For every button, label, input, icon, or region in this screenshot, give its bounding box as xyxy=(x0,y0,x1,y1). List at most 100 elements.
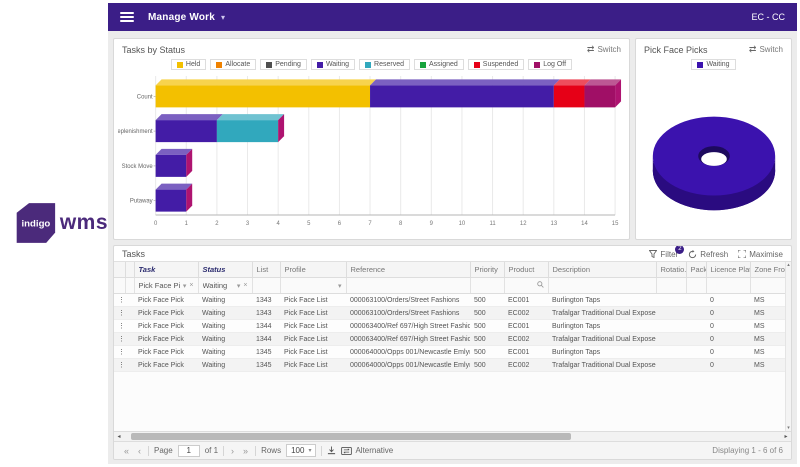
row-select-cell[interactable] xyxy=(125,307,134,320)
svg-text:11: 11 xyxy=(489,221,496,227)
svg-text:7: 7 xyxy=(368,221,372,227)
close-icon[interactable]: × xyxy=(243,282,247,289)
alternative-view-button[interactable]: Alternative xyxy=(341,446,393,455)
search-icon[interactable] xyxy=(537,281,544,290)
column-header-pack[interactable]: Pack xyxy=(686,262,706,278)
cell: Burlington Taps xyxy=(548,346,656,359)
switch-button[interactable]: ⇄ Switch xyxy=(587,44,621,55)
displaying-count: Displaying 1 - 6 of 6 xyxy=(712,446,783,455)
table-row[interactable]: ⋮Pick Face PickWaiting1344Pick Face List… xyxy=(114,320,791,333)
last-page-button[interactable]: » xyxy=(241,446,250,456)
svg-text:1: 1 xyxy=(185,221,189,227)
column-header-licence-plate[interactable]: Licence Plate xyxy=(706,262,750,278)
chevron-down-icon[interactable]: ▾ xyxy=(237,282,241,290)
prev-page-button[interactable]: ‹ xyxy=(136,446,143,456)
table-row[interactable]: ⋮Pick Face PickWaiting1343Pick Face List… xyxy=(114,294,791,307)
table-row[interactable]: ⋮Pick Face PickWaiting1345Pick Face List… xyxy=(114,359,791,372)
filter-input[interactable]: Pick Face Pick xyxy=(139,281,180,290)
column-header-status[interactable]: Status xyxy=(198,262,252,278)
column-header-task[interactable]: Task xyxy=(134,262,198,278)
chevron-down-icon[interactable]: ▾ xyxy=(183,282,187,290)
cell: Trafalgar Traditional Dual Exposed xyxy=(548,333,656,346)
cell: 000063400/Ref 697/High Street Fashion Ch… xyxy=(346,333,470,346)
column-header-list[interactable]: List xyxy=(252,262,280,278)
cell: 0 xyxy=(706,320,750,333)
cell: Pick Face Pick xyxy=(134,346,198,359)
table-row[interactable]: ⋮Pick Face PickWaiting1343Pick Face List… xyxy=(114,307,791,320)
svg-text:5: 5 xyxy=(307,221,311,227)
chevron-down-icon[interactable]: ▾ xyxy=(338,282,342,290)
switch-button[interactable]: ⇄ Switch xyxy=(749,44,783,55)
scroll-up-icon[interactable]: ▴ xyxy=(787,262,790,268)
cell xyxy=(656,307,686,320)
filter-button[interactable]: Filter 2 xyxy=(649,250,678,259)
column-header-profile[interactable]: Profile xyxy=(280,262,346,278)
legend-label: Assigned xyxy=(429,61,458,68)
cell xyxy=(656,346,686,359)
legend-item-reserved[interactable]: Reserved xyxy=(359,59,410,70)
page-title: Manage Work xyxy=(148,12,215,23)
vertical-scrollbar[interactable]: ▴ ▾ xyxy=(785,262,791,431)
scroll-left-icon[interactable]: ◂ xyxy=(114,433,124,440)
row-menu-icon[interactable]: ⋮ xyxy=(114,320,125,333)
row-select-cell[interactable] xyxy=(125,333,134,346)
svg-text:10: 10 xyxy=(459,221,466,227)
row-menu-icon[interactable]: ⋮ xyxy=(114,346,125,359)
menu-icon[interactable] xyxy=(120,12,134,22)
page-number-input[interactable] xyxy=(178,445,200,457)
switch-icon: ⇄ xyxy=(587,44,595,55)
export-button[interactable] xyxy=(327,446,336,455)
legend-item-allocate[interactable]: Allocate xyxy=(210,59,256,70)
row-select-cell[interactable] xyxy=(125,346,134,359)
bar-chart-legend: Held Allocate Pending Waiting Reserved Assign… xyxy=(114,57,629,70)
cell: Pick Face Pick xyxy=(134,307,198,320)
pie-chart-legend: Waiting xyxy=(636,57,791,70)
pick-face-picks-panel: Pick Face Picks ⇄ Switch Waiting xyxy=(635,38,792,240)
row-menu-icon[interactable]: ⋮ xyxy=(114,294,125,307)
maximise-button[interactable]: Maximise xyxy=(738,250,783,259)
legend-item-pending[interactable]: Pending xyxy=(260,59,307,70)
rows-per-page-select[interactable]: 100 ▾ xyxy=(286,444,316,457)
legend-item-assigned[interactable]: Assigned xyxy=(414,59,464,70)
legend-item-waiting[interactable]: Waiting xyxy=(691,59,735,70)
cell: 1343 xyxy=(252,294,280,307)
refresh-button[interactable]: Refresh xyxy=(688,250,728,259)
cell: 1343 xyxy=(252,307,280,320)
column-header-priority[interactable]: Priority xyxy=(470,262,504,278)
legend-item-held[interactable]: Held xyxy=(171,59,206,70)
row-menu-icon[interactable]: ⋮ xyxy=(114,333,125,346)
scroll-right-icon[interactable]: ▸ xyxy=(781,433,791,440)
row-menu-icon[interactable]: ⋮ xyxy=(114,307,125,320)
row-menu-icon[interactable]: ⋮ xyxy=(114,359,125,372)
cell: 1344 xyxy=(252,333,280,346)
column-header-reference[interactable]: Reference xyxy=(346,262,470,278)
horizontal-scrollbar[interactable]: ◂ ▸ xyxy=(114,431,791,441)
cell: Burlington Taps xyxy=(548,294,656,307)
row-select-cell[interactable] xyxy=(125,359,134,372)
content-area: Tasks by Status ⇄ Switch HeldAllocatePen… xyxy=(108,31,797,464)
cell: MS xyxy=(750,346,790,359)
column-header-zone-from[interactable]: Zone From xyxy=(750,262,790,278)
first-page-button[interactable]: « xyxy=(122,446,131,456)
tasks-panel: Tasks Filter 2 Refresh Maximise xyxy=(113,245,792,460)
table-row[interactable]: ⋮Pick Face PickWaiting1345Pick Face List… xyxy=(114,346,791,359)
filter-input[interactable]: Waiting xyxy=(203,281,234,290)
cell: Waiting xyxy=(198,359,252,372)
table-row[interactable]: ⋮Pick Face PickWaiting1344Pick Face List… xyxy=(114,333,791,346)
legend-item-suspended[interactable]: Suspended xyxy=(468,59,524,70)
column-header-rotatio-[interactable]: Rotatio... xyxy=(656,262,686,278)
tasks-panel-title: Tasks xyxy=(122,249,639,259)
row-select-cell[interactable] xyxy=(125,294,134,307)
svg-text:6: 6 xyxy=(338,221,342,227)
column-header-product[interactable]: Product xyxy=(504,262,548,278)
legend-item-waiting[interactable]: Waiting xyxy=(311,59,355,70)
svg-text:Stock Move: Stock Move xyxy=(122,164,154,170)
legend-item-log-off[interactable]: Log Off xyxy=(528,59,572,70)
chevron-down-icon[interactable]: ▾ xyxy=(221,13,225,22)
row-select-cell[interactable] xyxy=(125,320,134,333)
scrollbar-thumb[interactable] xyxy=(131,433,571,440)
svg-text:13: 13 xyxy=(551,221,558,227)
column-header-description[interactable]: Description xyxy=(548,262,656,278)
close-icon[interactable]: × xyxy=(189,282,193,289)
next-page-button[interactable]: › xyxy=(229,446,236,456)
